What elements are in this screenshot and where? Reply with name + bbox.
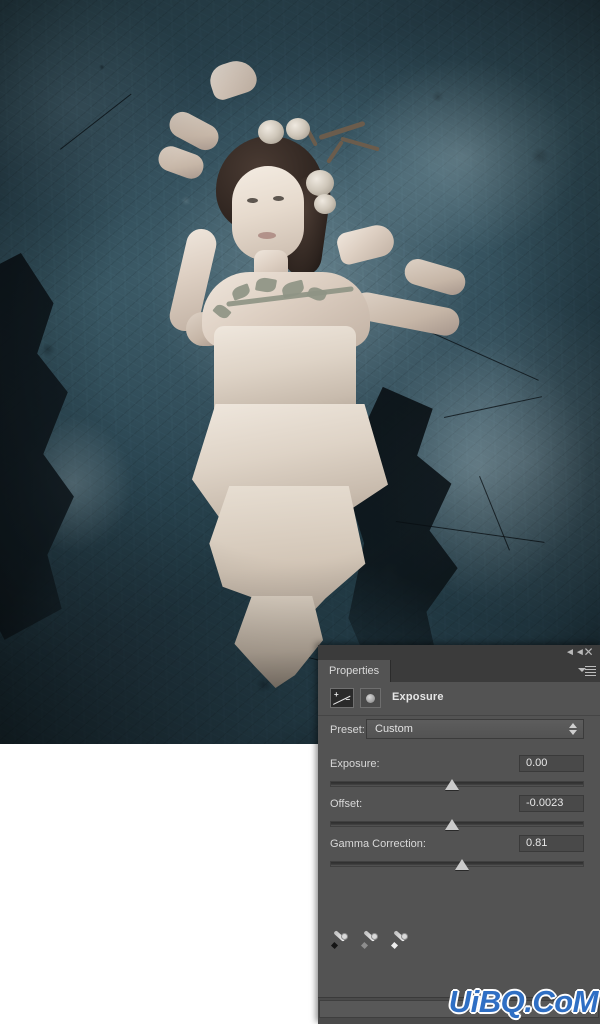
panel-footer: [318, 997, 600, 1024]
rose-flower: [306, 170, 334, 196]
exposure-adjustment-icon[interactable]: + −: [330, 688, 354, 708]
slider-group-exposure: Exposure: 0.00: [318, 754, 600, 794]
gamma-correction-label: Gamma Correction:: [330, 838, 426, 850]
exposure-value-field[interactable]: 0.00: [519, 755, 584, 772]
panel-tab-strip: Properties: [318, 660, 600, 683]
offset-slider-thumb[interactable]: [444, 819, 459, 830]
panel-menu-icon[interactable]: [578, 664, 596, 678]
arm-right-segment: [401, 255, 469, 299]
offset-label: Offset:: [330, 798, 363, 810]
exposure-slider-thumb[interactable]: [444, 779, 459, 790]
preset-label: Preset:: [330, 724, 365, 736]
gamma-correction-value-field[interactable]: 0.81: [519, 835, 584, 852]
slider-group-gamma-correction: Gamma Correction: 0.81: [318, 834, 600, 874]
preset-selected-value: Custom: [375, 723, 413, 735]
hand-right: [334, 221, 398, 267]
eye-right: [273, 196, 284, 201]
slider-group-offset: Offset: -0.0023: [318, 794, 600, 834]
offset-value-field[interactable]: -0.0023: [519, 795, 584, 812]
rose-flower: [286, 118, 310, 140]
properties-panel[interactable]: ◄◄ ✕ Properties + − Exposure Preset: Cus…: [318, 645, 600, 1024]
panel-body: + − Exposure Preset: Custom Exposure: 0.…: [318, 682, 600, 1024]
exposure-slider[interactable]: [330, 778, 584, 792]
arm-upper-left-hand: [205, 55, 261, 103]
document-canvas[interactable]: [0, 0, 600, 744]
exposure-label: Exposure:: [330, 758, 380, 770]
panel-footer-bar[interactable]: [319, 1000, 599, 1018]
rose-flower: [258, 120, 284, 144]
panel-dock-bar: ◄◄ ✕: [318, 645, 600, 661]
set-gray-point-eyedropper[interactable]: [360, 930, 380, 951]
collapse-double-left-icon[interactable]: ◄◄: [565, 646, 585, 659]
antler-branch: [340, 136, 380, 152]
layer-mask-thumbnail-icon[interactable]: [360, 688, 381, 708]
eye-left: [247, 198, 258, 203]
gamma-correction-slider[interactable]: [330, 858, 584, 872]
preset-row: Preset: Custom: [318, 715, 600, 748]
set-white-point-eyedropper[interactable]: [390, 930, 410, 951]
preset-select[interactable]: Custom: [366, 719, 584, 739]
eyedropper-row: [318, 928, 600, 958]
set-black-point-eyedropper[interactable]: [330, 930, 350, 951]
rose-flower: [314, 194, 336, 214]
gamma-correction-slider-thumb[interactable]: [455, 859, 470, 870]
offset-slider[interactable]: [330, 818, 584, 832]
close-icon[interactable]: ✕: [582, 646, 595, 659]
adjustment-header: + − Exposure: [318, 682, 600, 716]
model-figure: [0, 0, 600, 744]
antler-branch: [326, 140, 344, 164]
adjustment-title: Exposure: [392, 691, 444, 703]
lips: [258, 232, 276, 239]
stepper-up-down-icon[interactable]: [569, 723, 578, 735]
face: [232, 166, 304, 260]
tab-properties[interactable]: Properties: [318, 660, 392, 682]
